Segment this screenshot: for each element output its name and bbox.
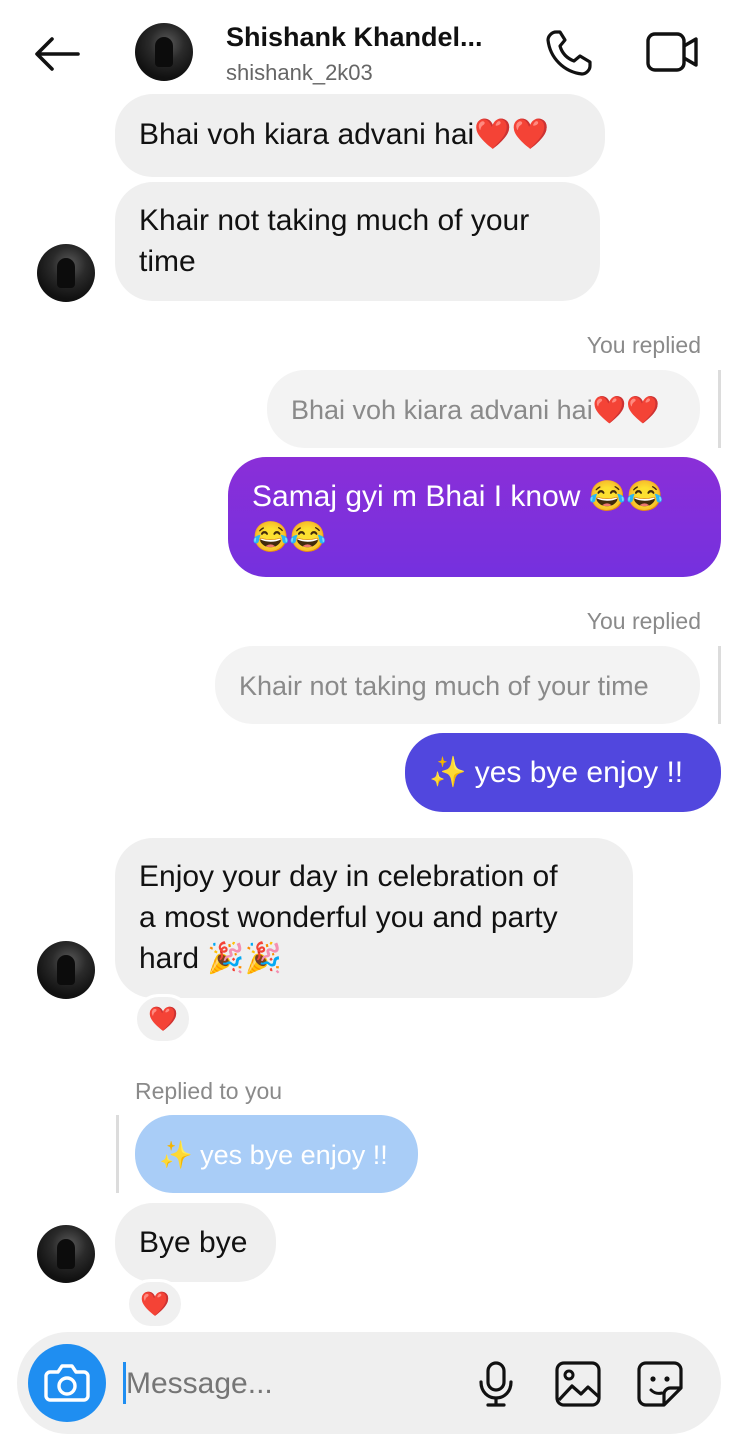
avatar[interactable] [135,23,193,81]
incoming-message[interactable]: Enjoy your day in celebration of a most … [115,838,633,998]
contact-username[interactable]: shishank_2k03 [226,60,373,86]
incoming-message[interactable]: Khair not taking much of your time [115,182,600,301]
message-text: Bye bye [139,1226,248,1259]
message-text: Enjoy your day in celebration of [139,860,558,893]
quoted-message[interactable]: Bhai voh kiara advani hai❤️❤️ [267,370,700,448]
camera-icon [44,1364,90,1402]
quote-bar [718,646,721,724]
quoted-message[interactable]: Khair not taking much of your time [215,646,700,724]
reply-label: You replied [586,332,701,358]
quoted-message[interactable]: ✨ yes bye enjoy !! [135,1115,418,1193]
chat-header: Shishank Khandel... shishank_2k03 [0,0,738,108]
message-text: Khair not taking much of your [139,204,530,237]
quote-bar [718,370,721,448]
quoted-text: ✨ yes bye enjoy !! [159,1140,388,1170]
reply-label: You replied [586,608,701,634]
quote-bar [116,1115,119,1193]
incoming-message[interactable]: Bye bye [115,1203,276,1282]
quoted-text: Khair not taking much of your time [239,671,649,701]
message-text: 😂😂 [252,521,327,554]
gallery-icon[interactable] [554,1360,602,1408]
avatar[interactable] [37,1225,95,1283]
contact-name[interactable]: Shishank Khandel... [226,22,483,53]
camera-button[interactable] [28,1344,106,1422]
back-arrow-icon[interactable] [30,30,84,78]
message-text: Samaj gyi m Bhai I know 😂😂 [252,480,664,513]
heart-reaction[interactable]: ❤️ [134,994,192,1044]
microphone-icon[interactable] [474,1360,518,1408]
message-input[interactable] [126,1362,426,1406]
avatar[interactable] [37,244,95,302]
message-text: a most wonderful you and party [139,901,558,934]
message-text: ✨ yes bye enjoy !! [429,756,684,789]
outgoing-message[interactable]: ✨ yes bye enjoy !! [405,733,721,812]
quoted-text: Bhai voh kiara advani hai❤️❤️ [291,395,660,425]
avatar[interactable] [37,941,95,999]
message-text: Bhai voh kiara advani hai❤️❤️ [139,118,549,151]
heart-reaction[interactable]: ❤️ [126,1279,184,1329]
outgoing-message[interactable]: Samaj gyi m Bhai I know 😂😂 😂😂 [228,457,721,577]
phone-icon[interactable] [542,28,596,76]
message-text: hard 🎉🎉 [139,942,283,975]
incoming-message[interactable]: Bhai voh kiara advani hai❤️❤️ [115,94,605,177]
video-call-icon[interactable] [644,30,700,74]
sticker-icon[interactable] [636,1360,684,1408]
reply-label: Replied to you [135,1078,283,1104]
message-text: time [139,245,196,278]
